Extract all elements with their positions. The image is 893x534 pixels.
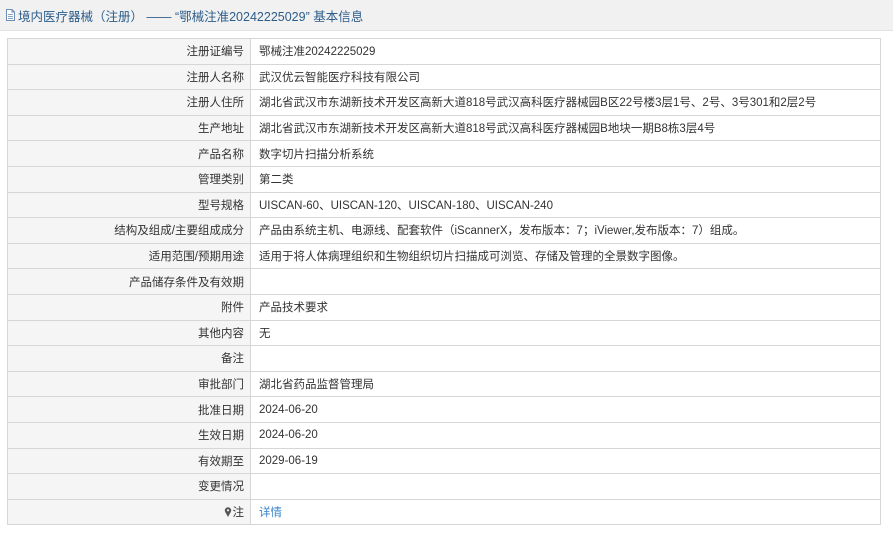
row-label: 管理类别 xyxy=(7,165,251,193)
note-row: 注 详情 xyxy=(7,498,881,526)
note-label: 注 xyxy=(232,506,245,519)
row-value: 鄂械注准20242225029 xyxy=(250,38,881,65)
row-label: 注册人住所 xyxy=(7,89,251,116)
detail-panel: 注册证编号 鄂械注准20242225029 注册人名称 武汉优云智能医疗科技有限… xyxy=(0,31,893,526)
table-row: 注册人名称 武汉优云智能医疗科技有限公司 xyxy=(7,63,881,91)
row-value: 湖北省武汉市东湖新技术开发区高新大道818号武汉高科医疗器械园B地块一期B8栋3… xyxy=(250,114,881,142)
table-row: 注册证编号 鄂械注准20242225029 xyxy=(7,38,881,65)
table-row: 管理类别 第二类 xyxy=(7,165,881,193)
table-row: 结构及组成/主要组成成分 产品由系统主机、电源线、配套软件（iScannerX，… xyxy=(7,217,881,244)
page-header: 境内医疗器械（注册） —— “鄂械注准20242225029” 基本信息 xyxy=(0,0,893,31)
row-label: 备注 xyxy=(7,345,251,372)
row-value: 湖北省武汉市东湖新技术开发区高新大道818号武汉高科医疗器械园B区22号楼3层1… xyxy=(250,89,881,116)
row-label: 型号规格 xyxy=(7,191,251,219)
table-row: 产品名称 数字切片扫描分析系统 xyxy=(7,140,881,167)
row-label: 生产地址 xyxy=(7,114,251,142)
row-label: 注册人名称 xyxy=(7,63,251,91)
row-label: 适用范围/预期用途 xyxy=(7,242,251,270)
pin-icon xyxy=(224,507,231,517)
details-link[interactable]: 详情 xyxy=(259,507,282,519)
row-value xyxy=(250,345,881,372)
row-value: 2024-06-20 xyxy=(250,396,881,423)
note-label-cell: 注 xyxy=(7,498,251,526)
row-value: UISCAN-60、UISCAN-120、UISCAN-180、UISCAN-2… xyxy=(250,191,881,219)
row-value: 适用于将人体病理组织和生物组织切片扫描成可浏览、存储及管理的全景数字图像。 xyxy=(250,242,881,270)
table-row: 变更情况 xyxy=(7,473,881,500)
table-row: 附件 产品技术要求 xyxy=(7,293,881,321)
info-table: 注册证编号 鄂械注准20242225029 注册人名称 武汉优云智能医疗科技有限… xyxy=(7,38,881,526)
row-label: 其他内容 xyxy=(7,319,251,347)
row-value xyxy=(250,268,881,295)
row-value: 产品技术要求 xyxy=(250,293,881,321)
table-row: 其他内容 无 xyxy=(7,319,881,347)
table-row: 注册人住所 湖北省武汉市东湖新技术开发区高新大道818号武汉高科医疗器械园B区2… xyxy=(7,89,881,116)
row-label: 注册证编号 xyxy=(7,38,251,65)
row-label: 批准日期 xyxy=(7,396,251,423)
row-label: 产品储存条件及有效期 xyxy=(7,268,251,295)
row-value: 数字切片扫描分析系统 xyxy=(250,140,881,167)
table-row: 产品储存条件及有效期 xyxy=(7,268,881,295)
row-value: 产品由系统主机、电源线、配套软件（iScannerX，发布版本：7；iViewe… xyxy=(250,217,881,244)
row-value xyxy=(250,473,881,500)
row-label: 审批部门 xyxy=(7,370,251,398)
row-label: 变更情况 xyxy=(7,473,251,500)
row-label: 有效期至 xyxy=(7,447,251,475)
row-value: 2029-06-19 xyxy=(250,447,881,475)
table-row: 有效期至 2029-06-19 xyxy=(7,447,881,475)
row-label: 产品名称 xyxy=(7,140,251,167)
row-label: 附件 xyxy=(7,293,251,321)
table-row: 生产地址 湖北省武汉市东湖新技术开发区高新大道818号武汉高科医疗器械园B地块一… xyxy=(7,114,881,142)
table-row: 批准日期 2024-06-20 xyxy=(7,396,881,423)
table-row: 生效日期 2024-06-20 xyxy=(7,421,881,449)
note-value: 详情 xyxy=(250,498,881,526)
table-row: 适用范围/预期用途 适用于将人体病理组织和生物组织切片扫描成可浏览、存储及管理的… xyxy=(7,242,881,270)
row-value: 武汉优云智能医疗科技有限公司 xyxy=(250,63,881,91)
page-title: 境内医疗器械（注册） —— “鄂械注准20242225029” 基本信息 xyxy=(18,9,364,24)
row-value: 湖北省药品监督管理局 xyxy=(250,370,881,398)
row-label: 生效日期 xyxy=(7,421,251,449)
document-icon xyxy=(6,9,15,21)
row-label: 结构及组成/主要组成成分 xyxy=(7,217,251,244)
table-row: 审批部门 湖北省药品监督管理局 xyxy=(7,370,881,398)
row-value: 2024-06-20 xyxy=(250,421,881,449)
table-row: 型号规格 UISCAN-60、UISCAN-120、UISCAN-180、UIS… xyxy=(7,191,881,219)
row-value: 无 xyxy=(250,319,881,347)
table-row: 备注 xyxy=(7,345,881,372)
row-value: 第二类 xyxy=(250,165,881,193)
